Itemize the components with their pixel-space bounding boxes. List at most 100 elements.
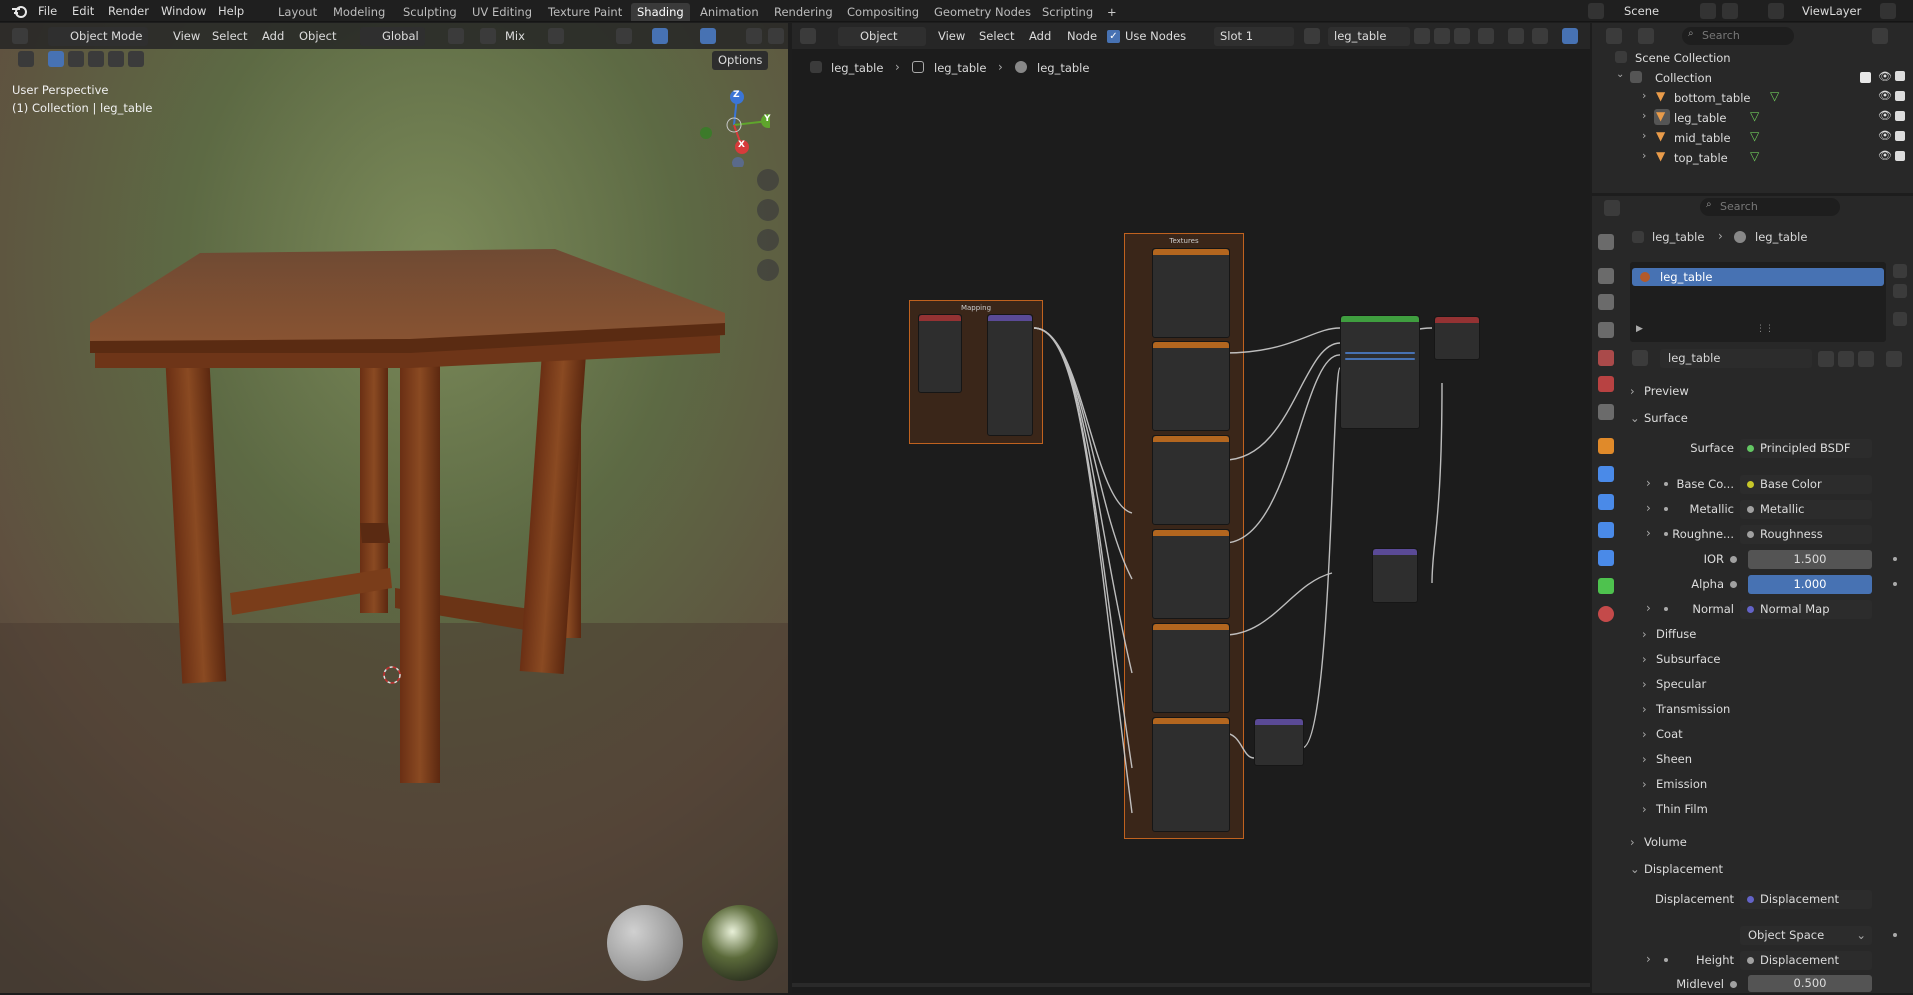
collection-tab-icon[interactable] xyxy=(1598,404,1614,420)
properties-breadcrumb-object[interactable]: leg_table xyxy=(1652,230,1704,244)
material-tab-icon[interactable] xyxy=(1598,606,1614,622)
specular-subpanel[interactable]: › Specular xyxy=(1642,677,1706,691)
render-camera-icon[interactable] xyxy=(1895,111,1905,121)
tab-compositing[interactable]: Compositing xyxy=(841,3,925,21)
normal-field[interactable]: Normal Map xyxy=(1740,600,1872,619)
menu-window[interactable]: Window xyxy=(161,3,206,19)
keyframe-dot-icon[interactable] xyxy=(1893,582,1897,586)
mapping-node[interactable] xyxy=(987,314,1033,436)
shader-node-editor[interactable]: Object View Select Add Node ✓ Use Nodes … xyxy=(792,23,1590,993)
height-field[interactable]: Displacement xyxy=(1740,951,1872,970)
properties-breadcrumb-material[interactable]: leg_table xyxy=(1755,230,1807,244)
expand-chevron-icon[interactable]: › xyxy=(1642,129,1646,142)
collection-expand-icon[interactable]: ⌄ xyxy=(1616,69,1624,80)
tab-layout[interactable]: Layout xyxy=(272,3,323,21)
tab-scripting[interactable]: Scripting xyxy=(1036,3,1099,21)
material-link-icon[interactable] xyxy=(1886,351,1902,367)
thin-film-subpanel[interactable]: › Thin Film xyxy=(1642,802,1708,816)
expand-chevron-icon[interactable]: › xyxy=(1642,109,1646,122)
render-camera-icon[interactable] xyxy=(1895,151,1905,161)
material-output-node[interactable] xyxy=(1434,316,1480,360)
gizmo-toggle-icon[interactable] xyxy=(652,28,668,44)
principled-bsdf-node[interactable] xyxy=(1340,315,1420,429)
surface-shader-field[interactable]: Principled BSDF xyxy=(1740,439,1872,458)
tab-texture-paint[interactable]: Texture Paint xyxy=(542,3,628,21)
viewport-menu-add[interactable]: Add xyxy=(262,27,284,46)
menu-help[interactable]: Help xyxy=(218,3,244,19)
viewport-menu-object[interactable]: Object xyxy=(299,27,336,46)
expand-chevron-icon[interactable]: › xyxy=(1646,601,1651,615)
remove-slot-icon[interactable] xyxy=(1893,284,1907,298)
menu-edit[interactable]: Edit xyxy=(72,3,94,19)
metallic-field[interactable]: Metallic xyxy=(1740,500,1872,519)
list-expand-icon[interactable]: ▶ xyxy=(1636,324,1643,334)
outliner-search-input[interactable]: ⌕ Search xyxy=(1682,27,1794,45)
scene-name[interactable]: Scene xyxy=(1624,3,1659,19)
scene-icon[interactable] xyxy=(1588,3,1604,19)
tab-animation[interactable]: Animation xyxy=(694,3,765,21)
constraints-tab-icon[interactable] xyxy=(1598,550,1614,566)
duplicate-material-icon[interactable] xyxy=(1838,351,1854,367)
expand-chevron-icon[interactable]: › xyxy=(1646,501,1651,515)
displacement-field[interactable]: Displacement xyxy=(1740,890,1872,909)
alpha-value-field[interactable]: 1.000 xyxy=(1748,575,1872,594)
keyframe-dot-icon[interactable] xyxy=(1893,557,1897,561)
3d-viewport[interactable]: Object Mode View Select Add Object Globa… xyxy=(0,23,788,993)
keyframe-dot-icon[interactable] xyxy=(1893,933,1897,937)
midlevel-value-field[interactable]: 0.500 xyxy=(1748,975,1872,992)
collection-checkbox[interactable] xyxy=(1860,72,1871,83)
snap-icon[interactable] xyxy=(480,28,496,44)
base-color-field[interactable]: Base Color xyxy=(1740,475,1872,494)
select-subtract-icon[interactable] xyxy=(88,51,104,67)
select-extend-icon[interactable] xyxy=(68,51,84,67)
new-view-layer-icon[interactable] xyxy=(1880,3,1896,19)
viewport-menu-view[interactable]: View xyxy=(173,27,200,46)
displacement-space-dropdown[interactable]: Object Space ⌄ xyxy=(1740,926,1872,945)
select-intersect-icon[interactable] xyxy=(128,51,144,67)
tab-uv-editing[interactable]: UV Editing xyxy=(466,3,538,21)
material-browse-icon[interactable] xyxy=(1632,350,1648,366)
texture-coordinate-node[interactable] xyxy=(918,314,962,393)
xray-icon[interactable] xyxy=(746,28,762,44)
image-texture-node-ao[interactable] xyxy=(1152,248,1230,338)
render-camera-icon[interactable] xyxy=(1895,91,1905,101)
normal-map-node[interactable] xyxy=(1254,718,1304,766)
emission-subpanel[interactable]: › Emission xyxy=(1642,777,1707,791)
particles-tab-icon[interactable] xyxy=(1598,494,1614,510)
add-workspace-button[interactable]: + xyxy=(1101,3,1123,21)
expand-chevron-icon[interactable]: › xyxy=(1646,526,1651,540)
image-texture-node-metallic[interactable] xyxy=(1152,435,1230,525)
transmission-subpanel[interactable]: › Transmission xyxy=(1642,702,1730,716)
expand-chevron-icon[interactable]: › xyxy=(1642,149,1646,162)
overlay-toggle-icon[interactable] xyxy=(700,28,716,44)
world-tab-icon[interactable] xyxy=(1598,376,1614,392)
collection-label[interactable]: Collection xyxy=(1655,71,1712,85)
select-invert-icon[interactable] xyxy=(108,51,124,67)
displacement-node[interactable] xyxy=(1372,548,1418,603)
tab-sculpting[interactable]: Sculpting xyxy=(397,3,463,21)
render-tab-icon[interactable] xyxy=(1598,268,1614,284)
pivot-point-icon[interactable] xyxy=(448,28,464,44)
expand-chevron-icon[interactable]: › xyxy=(1642,89,1646,102)
select-tool-icon[interactable] xyxy=(18,51,34,67)
properties-editor-type-icon[interactable] xyxy=(1604,200,1620,216)
options-dropdown[interactable]: Options xyxy=(712,51,769,70)
visibility-icon[interactable]: 👁 xyxy=(1878,109,1892,122)
render-camera-icon[interactable] xyxy=(1895,131,1905,141)
fake-user-shield-icon[interactable] xyxy=(1818,351,1834,367)
outliner-filter-icon[interactable] xyxy=(1872,28,1888,44)
shading-wireframe-icon[interactable] xyxy=(768,28,784,44)
outliner-display-mode-icon[interactable] xyxy=(1638,28,1654,44)
material-slot-item[interactable]: leg_table xyxy=(1632,268,1884,286)
subsurface-subpanel[interactable]: › Subsurface xyxy=(1642,652,1720,666)
data-tab-icon[interactable] xyxy=(1598,578,1614,594)
navigation-gizmo[interactable]: Z Y X xyxy=(690,87,771,167)
image-texture-node-base-color[interactable] xyxy=(1152,341,1230,431)
object-tab-icon[interactable] xyxy=(1598,438,1614,454)
image-texture-node-normal[interactable] xyxy=(1152,717,1230,832)
coat-subpanel[interactable]: › Coat xyxy=(1642,727,1683,741)
material-name-field[interactable]: leg_table xyxy=(1660,349,1812,368)
zoom-icon[interactable] xyxy=(757,169,779,191)
new-scene-icon[interactable] xyxy=(1722,3,1738,19)
roughness-field[interactable]: Roughness xyxy=(1740,525,1872,544)
